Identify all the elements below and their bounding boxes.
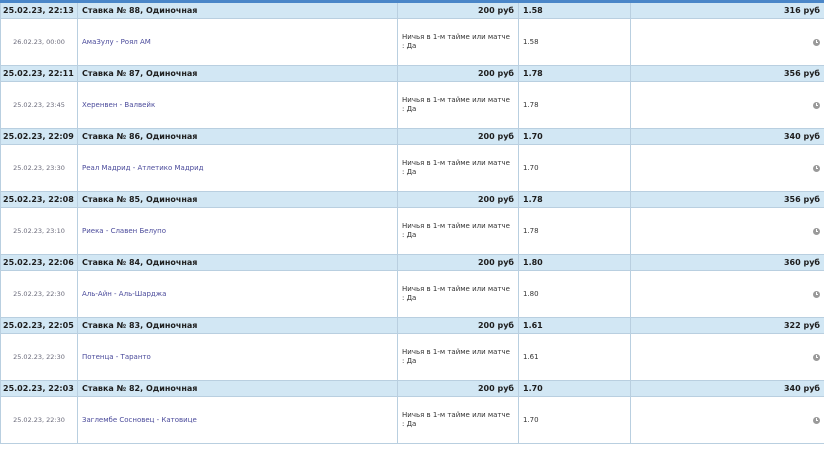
bet-payout: 316 руб (630, 3, 824, 19)
bet-title[interactable]: Ставка № 87, Одиночная (77, 65, 398, 82)
event-date: 25.02.23, 23:10 (0, 207, 78, 255)
bet-stake: 200 руб (397, 128, 519, 145)
bet-title[interactable]: Ставка № 85, Одиночная (77, 191, 398, 208)
bet-header-row[interactable]: 25.02.23, 22:11 Ставка № 87, Одиночная 2… (0, 65, 824, 82)
bet-title[interactable]: Ставка № 82, Одиночная (77, 380, 398, 397)
market-outcome: Ничья в 1-м тайме или матче : Да (397, 207, 519, 255)
status-cell (630, 81, 824, 129)
status-cell (630, 396, 824, 444)
clock-icon (813, 227, 820, 235)
bet-payout: 360 руб (630, 254, 824, 271)
clock-icon (813, 353, 820, 361)
bet-placed-time: 25.02.23, 22:09 (0, 128, 78, 145)
bet-stake: 200 руб (397, 254, 519, 271)
bet-header-row[interactable]: 25.02.23, 22:13 Ставка № 88, Одиночная 2… (0, 3, 824, 19)
bet-payout: 356 руб (630, 191, 824, 208)
bet-odds: 1.78 (518, 65, 631, 82)
event-name[interactable]: Аль-Айн - Аль-Шарджа (77, 270, 398, 318)
clock-icon (813, 416, 820, 424)
bet-odds: 1.70 (518, 380, 631, 397)
bet-placed-time: 25.02.23, 22:08 (0, 191, 78, 208)
bet-title[interactable]: Ставка № 84, Одиночная (77, 254, 398, 271)
bet-detail-row: 25.02.23, 22:30 Потенца - Таранто Ничья … (0, 333, 824, 381)
clock-icon (813, 38, 820, 46)
event-odds: 1.78 (518, 207, 631, 255)
bet-payout: 340 руб (630, 380, 824, 397)
market-outcome: Ничья в 1-м тайме или матче : Да (397, 270, 519, 318)
bet-header-row[interactable]: 25.02.23, 22:08 Ставка № 85, Одиночная 2… (0, 191, 824, 208)
status-cell (630, 270, 824, 318)
bet-payout: 340 руб (630, 128, 824, 145)
event-name[interactable]: Потенца - Таранто (77, 333, 398, 381)
clock-icon (813, 290, 820, 298)
event-date: 26.02.23, 00:00 (0, 18, 78, 66)
bet-payout: 322 руб (630, 317, 824, 334)
bet-header-row[interactable]: 25.02.23, 22:06 Ставка № 84, Одиночная 2… (0, 254, 824, 271)
bet-odds: 1.78 (518, 191, 631, 208)
bet-detail-row: 25.02.23, 22:30 Заглембе Сосновец - Като… (0, 396, 824, 444)
status-cell (630, 333, 824, 381)
bet-placed-time: 25.02.23, 22:06 (0, 254, 78, 271)
event-date: 25.02.23, 23:45 (0, 81, 78, 129)
status-cell (630, 144, 824, 192)
bet-history-table: 25.02.23, 22:13 Ставка № 88, Одиночная 2… (0, 3, 824, 444)
clock-icon (813, 101, 820, 109)
bet-odds: 1.58 (518, 3, 631, 19)
bet-stake: 200 руб (397, 317, 519, 334)
clock-icon (813, 164, 820, 172)
bet-detail-row: 26.02.23, 00:00 АмаЗулу - Роял АМ Ничья … (0, 18, 824, 66)
bet-placed-time: 25.02.23, 22:13 (0, 3, 78, 19)
bet-detail-row: 25.02.23, 23:10 Риека - Славен Белупо Ни… (0, 207, 824, 255)
event-date: 25.02.23, 23:30 (0, 144, 78, 192)
bet-odds: 1.70 (518, 128, 631, 145)
event-name[interactable]: Риека - Славен Белупо (77, 207, 398, 255)
bet-title[interactable]: Ставка № 88, Одиночная (77, 3, 398, 19)
status-cell (630, 18, 824, 66)
market-outcome: Ничья в 1-м тайме или матче : Да (397, 144, 519, 192)
event-odds: 1.61 (518, 333, 631, 381)
event-name[interactable]: Херенвен - Валвейк (77, 81, 398, 129)
bet-stake: 200 руб (397, 65, 519, 82)
status-cell (630, 207, 824, 255)
market-outcome: Ничья в 1-м тайме или матче : Да (397, 18, 519, 66)
event-odds: 1.70 (518, 396, 631, 444)
event-date: 25.02.23, 22:30 (0, 333, 78, 381)
bet-detail-row: 25.02.23, 23:45 Херенвен - Валвейк Ничья… (0, 81, 824, 129)
market-outcome: Ничья в 1-м тайме или матче : Да (397, 396, 519, 444)
bet-placed-time: 25.02.23, 22:03 (0, 380, 78, 397)
bet-placed-time: 25.02.23, 22:05 (0, 317, 78, 334)
market-outcome: Ничья в 1-м тайме или матче : Да (397, 333, 519, 381)
bet-stake: 200 руб (397, 3, 519, 19)
event-odds: 1.58 (518, 18, 631, 66)
bet-title[interactable]: Ставка № 86, Одиночная (77, 128, 398, 145)
event-date: 25.02.23, 22:30 (0, 270, 78, 318)
bet-odds: 1.61 (518, 317, 631, 334)
bet-title[interactable]: Ставка № 83, Одиночная (77, 317, 398, 334)
event-name[interactable]: Заглембе Сосновец - Катовице (77, 396, 398, 444)
bet-placed-time: 25.02.23, 22:11 (0, 65, 78, 82)
bet-header-row[interactable]: 25.02.23, 22:09 Ставка № 86, Одиночная 2… (0, 128, 824, 145)
event-odds: 1.80 (518, 270, 631, 318)
event-odds: 1.78 (518, 81, 631, 129)
bet-header-row[interactable]: 25.02.23, 22:03 Ставка № 82, Одиночная 2… (0, 380, 824, 397)
bet-detail-row: 25.02.23, 23:30 Реал Мадрид - Атлетико М… (0, 144, 824, 192)
event-name[interactable]: Реал Мадрид - Атлетико Мадрид (77, 144, 398, 192)
event-odds: 1.70 (518, 144, 631, 192)
bet-odds: 1.80 (518, 254, 631, 271)
bet-stake: 200 руб (397, 380, 519, 397)
event-date: 25.02.23, 22:30 (0, 396, 78, 444)
event-name[interactable]: АмаЗулу - Роял АМ (77, 18, 398, 66)
market-outcome: Ничья в 1-м тайме или матче : Да (397, 81, 519, 129)
bet-stake: 200 руб (397, 191, 519, 208)
bet-header-row[interactable]: 25.02.23, 22:05 Ставка № 83, Одиночная 2… (0, 317, 824, 334)
bet-detail-row: 25.02.23, 22:30 Аль-Айн - Аль-Шарджа Нич… (0, 270, 824, 318)
bet-payout: 356 руб (630, 65, 824, 82)
